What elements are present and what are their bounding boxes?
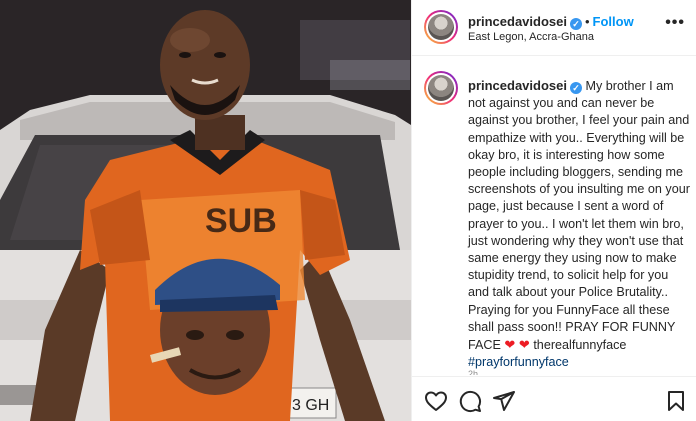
heart-outline-icon: [425, 391, 447, 411]
more-options-icon[interactable]: •••: [665, 14, 685, 32]
share-button[interactable]: [492, 389, 516, 413]
comments-section[interactable]: princedavidosei ✓ My brother I am not aga…: [412, 57, 696, 375]
post-sidebar: princedavidosei ✓ • Follow East Legon, Accr…: [411, 0, 696, 421]
comment-button[interactable]: [458, 389, 482, 413]
post-caption: princedavidosei ✓ My brother I am not aga…: [468, 77, 692, 371]
shirt-text: SUB: [205, 202, 277, 240]
author-username[interactable]: princedavidosei: [468, 14, 567, 29]
post-location[interactable]: East Legon, Accra-Ghana: [468, 31, 594, 43]
post-header: princedavidosei ✓ • Follow East Legon, Accr…: [412, 0, 696, 56]
separator-dot: •: [584, 14, 590, 29]
like-button[interactable]: [424, 389, 448, 413]
bookmark-icon: [668, 391, 684, 411]
follow-button[interactable]: Follow: [593, 14, 634, 29]
caption-avatar[interactable]: [424, 71, 458, 105]
plate-text: 3 GH: [292, 397, 329, 414]
comment-icon: [459, 390, 481, 413]
avatar-image: [428, 14, 454, 40]
verified-badge-icon: ✓: [569, 18, 582, 30]
verified-badge-icon: ✓: [569, 82, 582, 94]
caption-username[interactable]: princedavidosei: [468, 78, 567, 93]
avatar-image: [428, 75, 454, 101]
save-button[interactable]: [664, 389, 688, 413]
photo-illustration: 3 GH SUB: [0, 0, 411, 421]
caption-time: 2h: [468, 369, 479, 375]
action-bar: [412, 376, 696, 421]
heart-emoji-icon: ❤ ❤: [504, 337, 530, 353]
author-line: princedavidosei ✓ • Follow: [468, 13, 634, 31]
caption-text: My brother I am not against you and can …: [468, 79, 690, 353]
hashtag-link[interactable]: #prayforfunnyface: [468, 355, 569, 369]
post-photo[interactable]: 3 GH SUB: [0, 0, 411, 421]
mention-link[interactable]: therealfunnyface: [533, 338, 626, 352]
paper-plane-icon: [493, 391, 515, 411]
author-avatar[interactable]: [424, 10, 458, 44]
